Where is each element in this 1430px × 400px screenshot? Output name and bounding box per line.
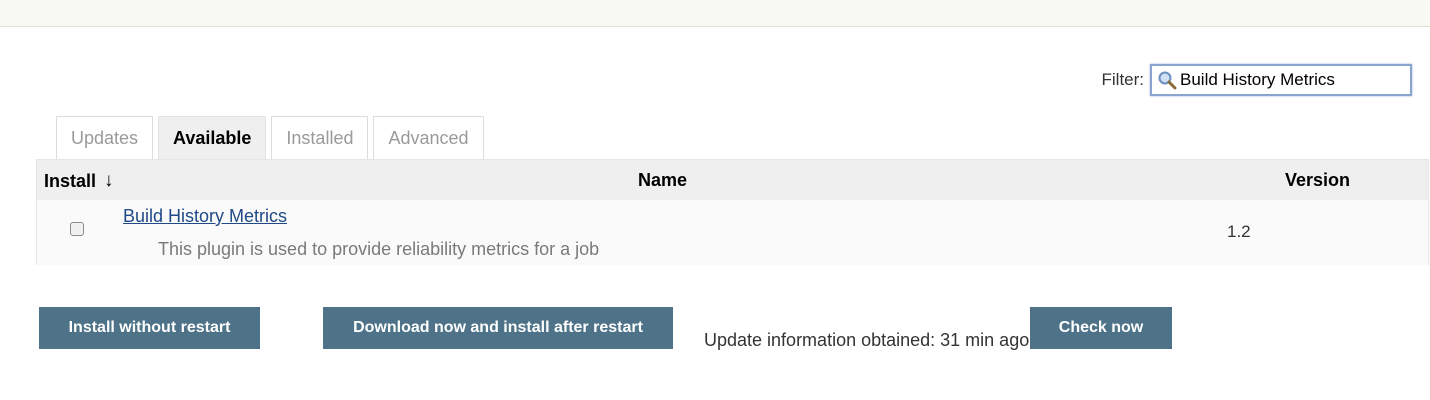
plugin-table: Install ↓ Name Version Build History Met…: [36, 159, 1429, 265]
plugin-version: 1.2: [1227, 222, 1251, 241]
filter-field[interactable]: [1150, 64, 1412, 96]
table-row: Build History Metrics This plugin is use…: [37, 200, 1428, 265]
tab-installed[interactable]: Installed: [271, 116, 369, 159]
top-header-strip: [0, 0, 1430, 27]
tab-advanced[interactable]: Advanced: [373, 116, 484, 159]
check-now-button[interactable]: Check now: [1030, 307, 1172, 349]
plugin-description: This plugin is used to provide reliabili…: [158, 239, 600, 259]
search-icon: [1156, 69, 1178, 91]
install-without-restart-button[interactable]: Install without restart: [39, 307, 260, 349]
sort-down-icon: ↓: [104, 170, 114, 191]
filter-row: Filter:: [1101, 64, 1412, 96]
table-header: Install ↓ Name Version: [37, 160, 1428, 200]
version-column-header[interactable]: Version: [1285, 170, 1350, 191]
plugin-name-link[interactable]: Build History Metrics: [123, 206, 287, 227]
tab-available[interactable]: Available: [158, 116, 267, 159]
filter-input[interactable]: [1180, 70, 1405, 90]
update-info-text: Update information obtained: 31 min ago: [704, 330, 1030, 350]
install-header-label: Install: [44, 170, 97, 191]
name-column-header[interactable]: Name: [638, 170, 687, 191]
download-and-install-button[interactable]: Download now and install after restart: [323, 307, 673, 349]
install-checkbox[interactable]: [70, 222, 84, 236]
filter-label: Filter:: [1101, 70, 1145, 89]
install-column-header[interactable]: Install ↓: [44, 170, 114, 192]
tab-updates[interactable]: Updates: [56, 116, 154, 159]
plugin-tabs: Updates Available Installed Advanced: [56, 116, 489, 159]
